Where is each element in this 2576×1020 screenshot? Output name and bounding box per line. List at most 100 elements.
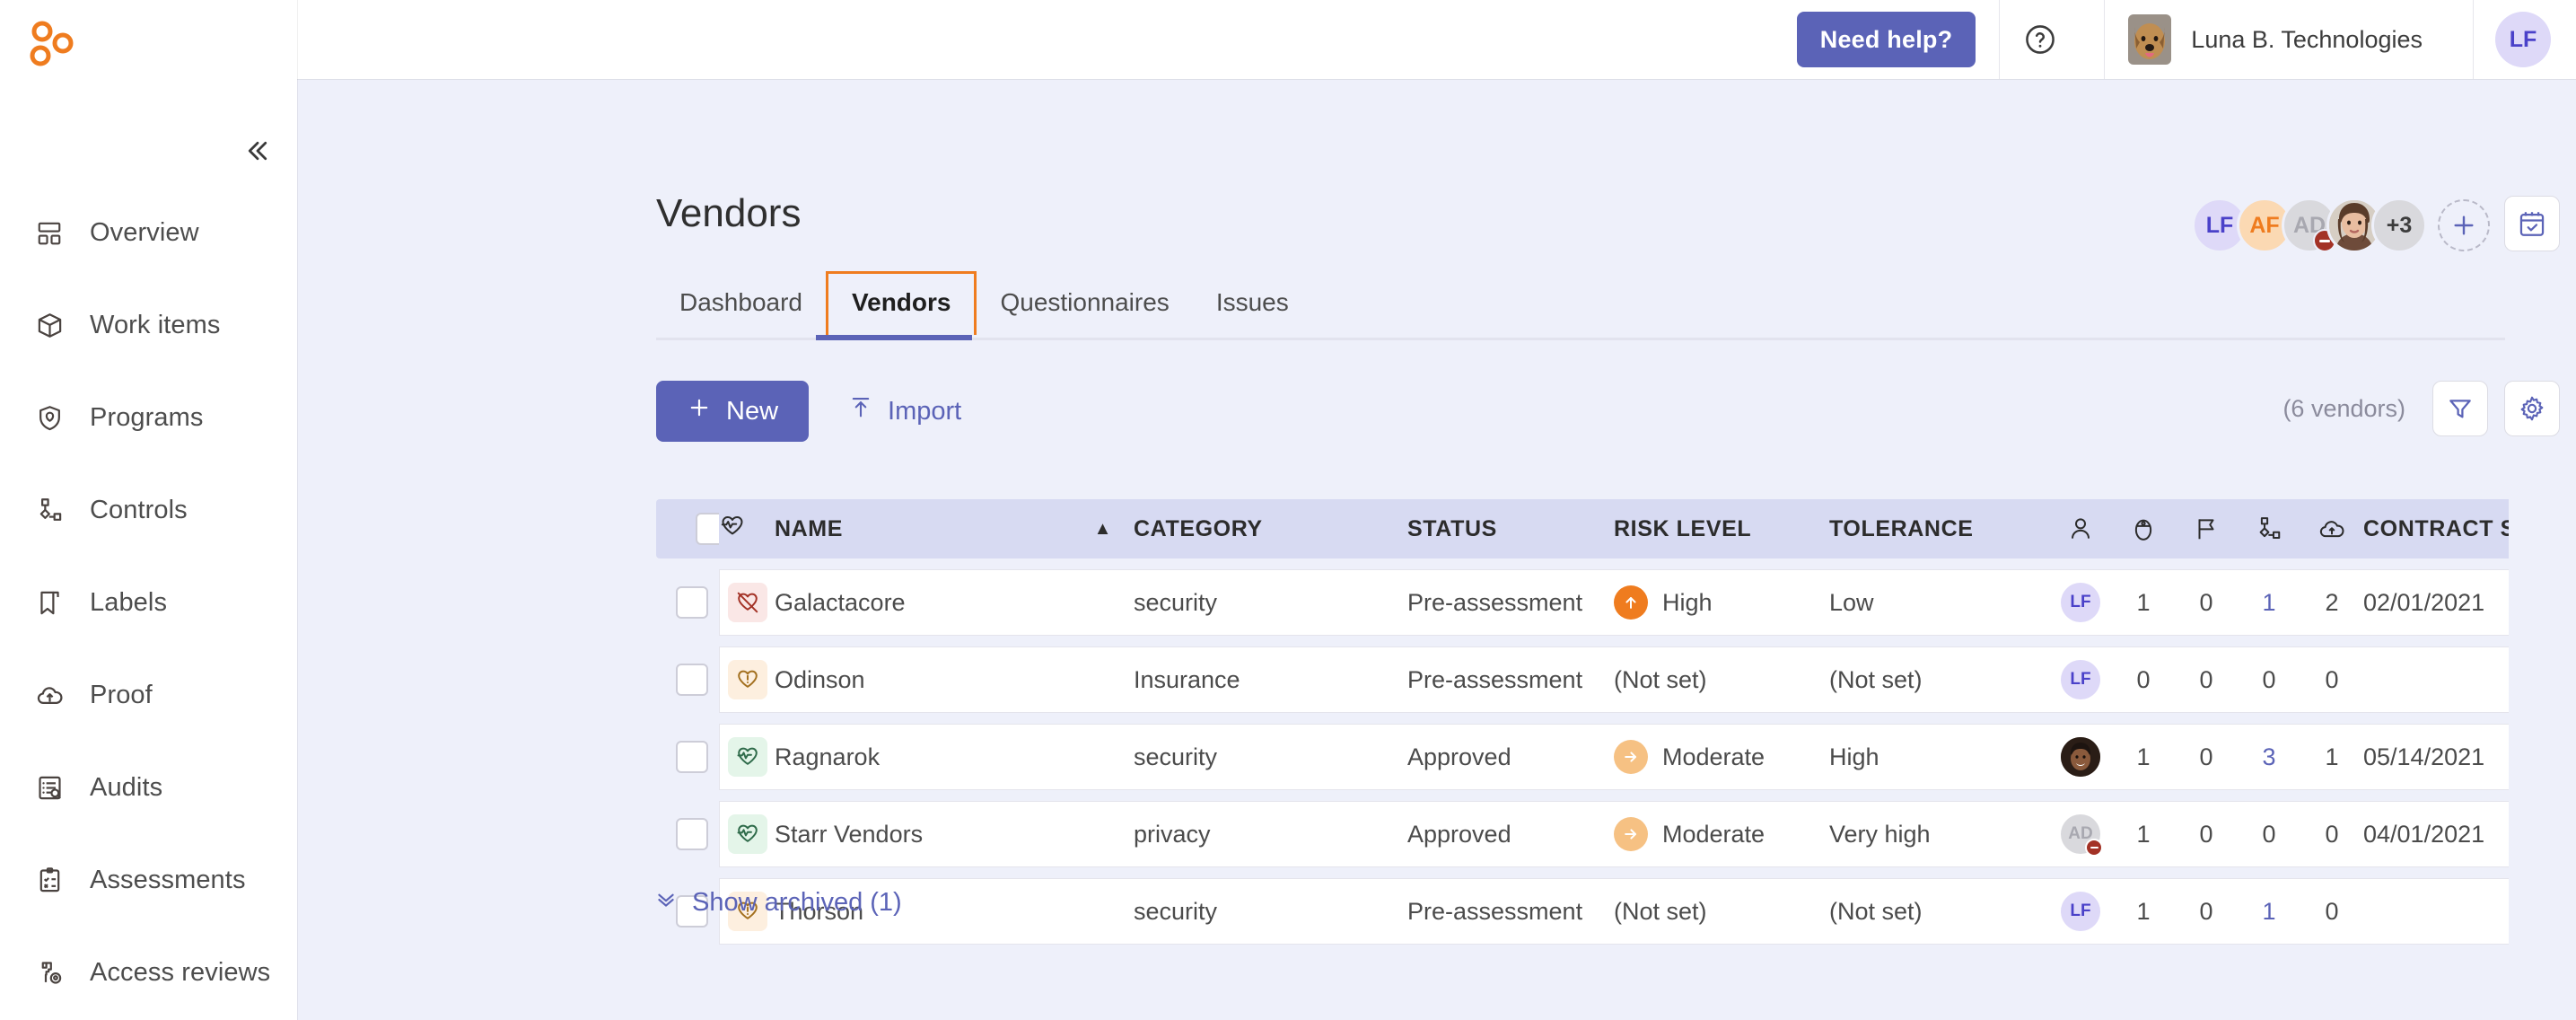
arrow-up-icon xyxy=(1614,585,1648,620)
page-content: Vendors LF AF AD +3 Dashboard Vendors Qu… xyxy=(297,79,2576,1020)
avatar[interactable]: LF xyxy=(2061,660,2100,699)
chevron-double-left-icon[interactable] xyxy=(240,133,276,169)
page-title: Vendors xyxy=(656,191,802,235)
category-column-header[interactable]: CATEGORY xyxy=(1134,499,1407,558)
row-contract-start: 05/14/2021 xyxy=(2363,724,2509,790)
status-column-header[interactable]: STATUS xyxy=(1407,499,1614,558)
row-name-cell[interactable]: Odinson xyxy=(775,646,1134,713)
table-row[interactable]: Odinson Insurance Pre-assessment (Not se… xyxy=(656,646,2509,713)
risk-level-column-header[interactable]: RISK LEVEL xyxy=(1614,499,1829,558)
row-flag-count: 0 xyxy=(2175,646,2238,713)
tab-questionnaires[interactable]: Questionnaires xyxy=(977,274,1192,335)
avatar[interactable]: LF xyxy=(2495,12,2551,67)
name-column-header[interactable]: NAME ▲ xyxy=(775,499,1134,558)
tab-dashboard[interactable]: Dashboard xyxy=(656,274,826,335)
row-health-cell xyxy=(719,801,775,867)
row-controls-count[interactable]: 1 xyxy=(2238,569,2300,636)
tab-issues[interactable]: Issues xyxy=(1193,274,1312,335)
avatar[interactable]: LF xyxy=(2061,583,2100,622)
row-category-cell: security xyxy=(1134,878,1407,945)
key-lock-icon xyxy=(32,956,66,990)
table-row[interactable]: Thorson security Pre-assessment (Not set… xyxy=(656,878,2509,945)
row-controls-count[interactable]: 3 xyxy=(2238,724,2300,790)
controls-node-icon xyxy=(2238,515,2300,542)
proof-column-header[interactable] xyxy=(2300,499,2363,558)
avatar[interactable]: AD xyxy=(2061,814,2103,857)
sidebar-item-overview[interactable]: Overview xyxy=(0,187,297,279)
avatar-initials: LF xyxy=(2070,670,2091,689)
controls-column-header[interactable] xyxy=(2238,499,2300,558)
heartbeat-check-icon xyxy=(727,814,767,854)
row-select-cell xyxy=(656,646,719,713)
sidebar-item-labels[interactable]: Labels xyxy=(0,557,297,649)
row-category-cell: privacy xyxy=(1134,801,1407,867)
row-checkbox[interactable] xyxy=(676,664,708,696)
app-root: Overview Work items Programs Controls La… xyxy=(0,0,2576,1020)
sidebar-item-work-items[interactable]: Work items xyxy=(0,279,297,372)
row-name-cell[interactable]: Galactacore xyxy=(775,569,1134,636)
person-icon xyxy=(2049,515,2112,542)
row-checkbox[interactable] xyxy=(676,586,708,619)
shield-column-header[interactable] xyxy=(2112,499,2175,558)
sidebar-item-label: Controls xyxy=(90,496,188,524)
org-switcher[interactable]: Luna B. Technologies xyxy=(2105,14,2449,65)
row-checkbox[interactable] xyxy=(676,818,708,850)
flag-icon xyxy=(2175,515,2238,542)
row-name-cell[interactable]: Ragnarok xyxy=(775,724,1134,790)
row-checkbox[interactable] xyxy=(676,741,708,773)
row-flag-count: 0 xyxy=(2175,724,2238,790)
row-tolerance-cell: (Not set) xyxy=(1829,878,2049,945)
risk-label: Moderate xyxy=(1662,820,1766,848)
row-health-cell xyxy=(719,724,775,790)
tolerance-column-header[interactable]: TOLERANCE xyxy=(1829,499,2049,558)
sidebar-item-label: Assessments xyxy=(90,866,246,894)
arrow-right-icon xyxy=(1614,740,1648,774)
column-label: NAME xyxy=(775,515,844,541)
sidebar-item-proof[interactable]: Proof xyxy=(0,649,297,742)
tab-vendors[interactable]: Vendors xyxy=(825,271,977,335)
sidebar-item-controls[interactable]: Controls xyxy=(0,464,297,557)
row-shield-count: 1 xyxy=(2112,724,2175,790)
clipboard-check-icon xyxy=(32,864,66,898)
table-row[interactable]: Ragnarok security Approved Moderate High… xyxy=(656,724,2509,790)
plus-icon[interactable] xyxy=(2438,199,2490,251)
row-spacer xyxy=(656,867,2509,878)
sidebar-item-label: Labels xyxy=(90,588,168,617)
contract-start-column-header[interactable]: CONTRACT START xyxy=(2363,499,2509,558)
table-toolbar: New Import xyxy=(656,381,976,442)
owner-column-header[interactable] xyxy=(2049,499,2112,558)
sidebar-item-audits[interactable]: Audits xyxy=(0,742,297,834)
import-button[interactable]: Import xyxy=(834,395,976,427)
table-row[interactable]: Galactacore security Pre-assessment High xyxy=(656,569,2509,636)
avatar-photo xyxy=(2061,737,2100,777)
sidebar-item-assessments[interactable]: Assessments xyxy=(0,834,297,927)
health-column-header[interactable] xyxy=(719,499,775,558)
table-row[interactable]: Starr Vendors privacy Approved Moderate xyxy=(656,801,2509,867)
row-controls-count[interactable]: 1 xyxy=(2238,878,2300,945)
row-spacer xyxy=(656,558,2509,569)
question-circle-icon[interactable] xyxy=(2000,22,2081,57)
avatar[interactable]: LF xyxy=(2061,892,2100,931)
new-button[interactable]: New xyxy=(656,381,810,442)
sidebar-item-access-reviews[interactable]: Access reviews xyxy=(0,927,297,1019)
row-proof-count: 1 xyxy=(2300,724,2363,790)
arrow-right-icon xyxy=(1614,817,1648,851)
sidebar-item-programs[interactable]: Programs xyxy=(0,372,297,464)
show-archived-link[interactable]: Show archived (1) xyxy=(654,887,902,918)
row-tolerance-cell: (Not set) xyxy=(1829,646,2049,713)
row-name-cell[interactable]: Starr Vendors xyxy=(775,801,1134,867)
need-help-button[interactable]: Need help? xyxy=(1796,12,1976,67)
flag-column-header[interactable] xyxy=(2175,499,2238,558)
funnel-icon[interactable] xyxy=(2432,381,2488,436)
table-head: NAME ▲ CATEGORY STATUS RISK LEVEL TOLERA… xyxy=(656,499,2509,558)
calendar-check-icon[interactable] xyxy=(2504,196,2560,251)
row-controls-count: 0 xyxy=(2238,801,2300,867)
row-flag-count: 0 xyxy=(2175,801,2238,867)
gear-icon[interactable] xyxy=(2504,381,2560,436)
avatar-overflow-count[interactable]: +3 xyxy=(2371,198,2427,253)
avatar[interactable] xyxy=(2061,737,2100,777)
avatar-initials: LF xyxy=(2205,212,2234,238)
row-status-cell: Pre-assessment xyxy=(1407,646,1614,713)
row-proof-count: 2 xyxy=(2300,569,2363,636)
three-circles-logo[interactable] xyxy=(28,20,78,70)
